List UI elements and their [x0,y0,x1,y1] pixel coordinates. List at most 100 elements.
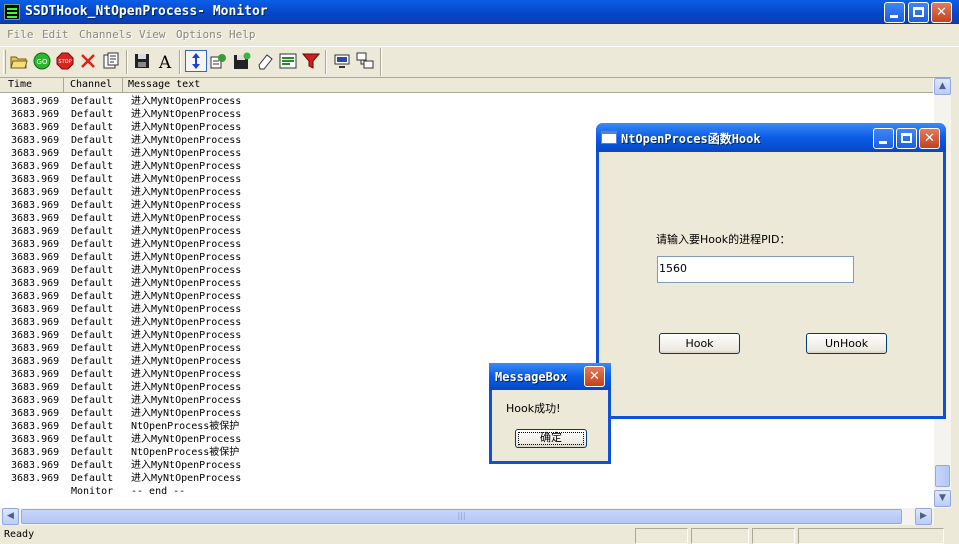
hook-button[interactable]: Hook [659,333,740,354]
row-channel: Default [71,96,114,107]
row-channel: Default [71,330,114,341]
column-channel[interactable]: Channel [64,78,123,93]
svg-text:STOP: STOP [58,59,71,65]
row-message: 进入MyNtOpenProcess [131,408,242,419]
log-row[interactable]: 3683.969 Default 进入MyNtOpenProcess [0,108,933,121]
row-message: 进入MyNtOpenProcess [131,226,242,237]
row-time: 3683.969 [11,317,60,328]
row-time: 3683.969 [11,278,60,289]
save-icon[interactable] [131,50,153,72]
close-icon: ✕ [589,369,600,384]
go-icon[interactable]: GO [31,50,53,72]
row-channel: Default [71,239,114,250]
log-row[interactable]: 3683.969 Default 进入MyNtOpenProcess [0,459,933,472]
eraser-icon[interactable] [254,50,276,72]
close-button[interactable]: ✕ [931,2,952,23]
row-message: 进入MyNtOpenProcess [131,291,242,302]
main-titlebar[interactable]: SSDTHook_NtOpenProcess- Monitor ✕ [0,0,959,24]
log-row[interactable]: 3683.969 Default NtOpenProcess被保护 [0,420,933,433]
dialog-minimize-button[interactable] [873,128,894,149]
row-message: 进入MyNtOpenProcess [131,382,242,393]
status-pane [798,528,944,544]
font-icon[interactable]: A [154,50,176,72]
toolbar-grip[interactable] [3,50,6,74]
autoscroll-icon[interactable] [185,50,207,72]
row-channel: Default [71,200,114,211]
toolbar: GO STOP A [0,46,959,76]
row-time: 3683.969 [11,109,60,120]
row-time: 3683.969 [11,356,60,367]
messagebox-close-button[interactable]: ✕ [584,366,605,387]
row-time: 3683.969 [11,434,60,445]
row-message: 进入MyNtOpenProcess [131,278,242,289]
log-row[interactable]: 3683.969 Default 进入MyNtOpenProcess [0,95,933,108]
messagebox-text: Hook成功! [506,402,561,415]
stop-icon[interactable]: STOP [54,50,76,72]
row-message: 进入MyNtOpenProcess [131,239,242,250]
scroll-right-button[interactable]: ▶ [915,508,932,525]
filter-icon[interactable] [300,50,322,72]
dialog-maximize-button[interactable] [896,128,917,149]
pid-label: 请输入要Hook的进程PID： [656,233,791,246]
open-folder-icon[interactable] [8,50,30,72]
menu-view[interactable]: View [139,28,166,41]
row-message: 进入MyNtOpenProcess [131,187,242,198]
row-time: 3683.969 [11,304,60,315]
highlight-icon[interactable] [277,50,299,72]
vertical-scroll-thumb[interactable] [935,465,950,487]
dialog-titlebar[interactable]: NtOpenProces函数Hook ✕ [596,123,946,152]
scroll-left-button[interactable]: ◀ [2,508,19,525]
column-time[interactable]: Time [0,78,64,93]
capture-icon[interactable] [208,50,230,72]
row-channel: Default [71,369,114,380]
log-row[interactable]: Monitor -- end -- [0,485,933,498]
row-time: 3683.969 [11,330,60,341]
menu-help[interactable]: Help [229,28,256,41]
clear-icon[interactable] [77,50,99,72]
horizontal-scrollbar[interactable]: ◀ ||| ▶ [0,508,934,525]
properties-icon[interactable] [100,50,122,72]
pid-input[interactable]: 1560 [657,256,854,283]
row-message: 进入MyNtOpenProcess [131,460,242,471]
ok-button[interactable]: 确定 [515,429,587,448]
unhook-button[interactable]: UnHook [806,333,887,354]
row-message: 进入MyNtOpenProcess [131,473,242,484]
close-icon: ✕ [924,131,935,146]
connect-icon[interactable] [331,50,353,72]
minimize-button[interactable] [884,2,905,23]
row-message: 进入MyNtOpenProcess [131,161,242,172]
scroll-down-button[interactable]: ▼ [934,490,951,507]
row-time: 3683.969 [11,395,60,406]
row-message: 进入MyNtOpenProcess [131,304,242,315]
row-message: 进入MyNtOpenProcess [131,213,242,224]
row-channel: Default [71,122,114,133]
menu-file[interactable]: File [7,28,34,41]
row-time: 3683.969 [11,382,60,393]
monitor-app-icon[interactable] [4,4,20,20]
scroll-up-button[interactable]: ▲ [934,78,951,95]
menu-bar: File Edit Channels View Options Help [0,25,959,44]
menu-channels[interactable]: Channels [79,28,132,41]
horizontal-scroll-thumb[interactable]: ||| [21,509,902,524]
toolbar-separator [126,50,128,74]
status-text: Ready [4,529,35,540]
row-channel: Default [71,226,114,237]
dialog-close-button[interactable]: ✕ [919,128,940,149]
menu-edit[interactable]: Edit [42,28,69,41]
status-pane [635,528,688,544]
column-message[interactable]: Message text [123,78,933,93]
row-channel: Default [71,304,114,315]
row-message: 进入MyNtOpenProcess [131,395,242,406]
log-row[interactable]: 3683.969 Default 进入MyNtOpenProcess [0,433,933,446]
log-row[interactable]: 3683.969 Default NtOpenProcess被保护 [0,446,933,459]
row-time: 3683.969 [11,265,60,276]
row-message: -- end -- [131,486,186,497]
messagebox-titlebar[interactable]: MessageBox ✕ [489,363,611,390]
row-message: 进入MyNtOpenProcess [131,265,242,276]
menu-options[interactable]: Options [176,28,222,41]
maximize-button[interactable] [908,2,929,23]
row-channel: Default [71,252,114,263]
save-as-icon[interactable] [231,50,253,72]
network-icon[interactable] [354,50,376,72]
log-row[interactable]: 3683.969 Default 进入MyNtOpenProcess [0,472,933,485]
